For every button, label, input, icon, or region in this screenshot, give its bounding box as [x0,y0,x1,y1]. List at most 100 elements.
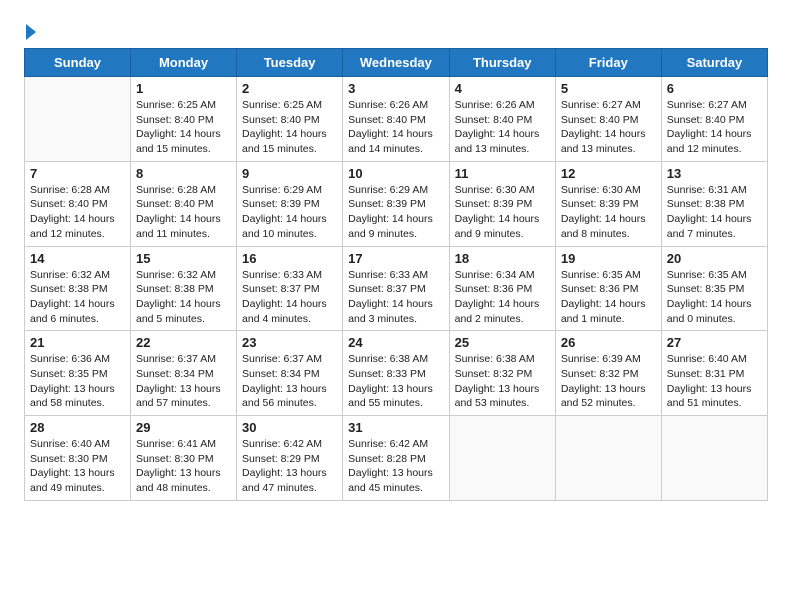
day-number: 8 [136,166,231,181]
day-number: 4 [455,81,550,96]
cell-content: Sunrise: 6:32 AMSunset: 8:38 PMDaylight:… [30,268,125,327]
cell-content: Sunrise: 6:28 AMSunset: 8:40 PMDaylight:… [30,183,125,242]
calendar-cell: 11 Sunrise: 6:30 AMSunset: 8:39 PMDayligh… [449,161,555,246]
day-number: 7 [30,166,125,181]
calendar-cell: 2 Sunrise: 6:25 AMSunset: 8:40 PMDaylight… [237,77,343,162]
calendar-cell: 20Sunrise: 6:35 AMSunset: 8:35 PMDayligh… [661,246,767,331]
cell-content: Sunrise: 6:31 AMSunset: 8:38 PMDaylight:… [667,183,762,242]
calendar-cell [25,77,131,162]
logo-arrow-icon [26,24,36,40]
calendar-cell: 24 Sunrise: 6:38 AMSunset: 8:33 PMDayligh… [343,331,449,416]
day-number: 17 [348,251,443,266]
cell-content: Sunrise: 6:30 AMSunset: 8:39 PMDaylight:… [455,183,550,242]
cell-content: Sunrise: 6:42 AMSunset: 8:29 PMDaylight:… [242,437,337,496]
day-number: 21 [30,335,125,350]
calendar-cell: 18Sunrise: 6:34 AMSunset: 8:36 PMDayligh… [449,246,555,331]
calendar-cell [555,416,661,501]
day-number: 5 [561,81,656,96]
day-of-week-header: Friday [555,49,661,77]
cell-content: Sunrise: 6:41 AMSunset: 8:30 PMDaylight:… [136,437,231,496]
day-number: 10 [348,166,443,181]
day-of-week-header: Thursday [449,49,555,77]
calendar-week-row: 28Sunrise: 6:40 AMSunset: 8:30 PMDayligh… [25,416,768,501]
day-number: 16 [242,251,337,266]
day-of-week-header: Wednesday [343,49,449,77]
calendar-cell: 23 Sunrise: 6:37 AMSunset: 8:34 PMDayligh… [237,331,343,416]
day-number: 14 [30,251,125,266]
calendar-cell: 1Sunrise: 6:25 AMSunset: 8:40 PMDaylight… [131,77,237,162]
cell-content: Sunrise: 6:26 AMSunset: 8:40 PMDaylight:… [348,98,443,157]
calendar-week-row: 7 Sunrise: 6:28 AMSunset: 8:40 PMDaylight… [25,161,768,246]
day-number: 31 [348,420,443,435]
calendar-cell: 4 Sunrise: 6:26 AMSunset: 8:40 PMDaylight… [449,77,555,162]
cell-content: Sunrise: 6:39 AMSunset: 8:32 PMDaylight:… [561,352,656,411]
cell-content: Sunrise: 6:40 AMSunset: 8:31 PMDaylight:… [667,352,762,411]
cell-content: Sunrise: 6:28 AMSunset: 8:40 PMDaylight:… [136,183,231,242]
day-number: 28 [30,420,125,435]
day-number: 12 [561,166,656,181]
cell-content: Sunrise: 6:35 AMSunset: 8:35 PMDaylight:… [667,268,762,327]
calendar-cell: 12 Sunrise: 6:30 AMSunset: 8:39 PMDayligh… [555,161,661,246]
cell-content: Sunrise: 6:42 AMSunset: 8:28 PMDaylight:… [348,437,443,496]
calendar-cell: 31 Sunrise: 6:42 AMSunset: 8:28 PMDayligh… [343,416,449,501]
calendar-cell: 19 Sunrise: 6:35 AMSunset: 8:36 PMDayligh… [555,246,661,331]
cell-content: Sunrise: 6:38 AMSunset: 8:33 PMDaylight:… [348,352,443,411]
calendar-cell: 7 Sunrise: 6:28 AMSunset: 8:40 PMDaylight… [25,161,131,246]
calendar-cell: 10Sunrise: 6:29 AMSunset: 8:39 PMDayligh… [343,161,449,246]
calendar-cell: 3 Sunrise: 6:26 AMSunset: 8:40 PMDaylight… [343,77,449,162]
calendar: SundayMondayTuesdayWednesdayThursdayFrid… [24,48,768,501]
calendar-cell: 26 Sunrise: 6:39 AMSunset: 8:32 PMDayligh… [555,331,661,416]
calendar-cell: 25 Sunrise: 6:38 AMSunset: 8:32 PMDayligh… [449,331,555,416]
calendar-header-row: SundayMondayTuesdayWednesdayThursdayFrid… [25,49,768,77]
calendar-cell: 15 Sunrise: 6:32 AMSunset: 8:38 PMDayligh… [131,246,237,331]
cell-content: Sunrise: 6:32 AMSunset: 8:38 PMDaylight:… [136,268,231,327]
day-number: 26 [561,335,656,350]
cell-content: Sunrise: 6:38 AMSunset: 8:32 PMDaylight:… [455,352,550,411]
calendar-cell: 9 Sunrise: 6:29 AMSunset: 8:39 PMDaylight… [237,161,343,246]
day-number: 30 [242,420,337,435]
calendar-cell [449,416,555,501]
calendar-cell: 17 Sunrise: 6:33 AMSunset: 8:37 PMDayligh… [343,246,449,331]
calendar-cell: 29 Sunrise: 6:41 AMSunset: 8:30 PMDayligh… [131,416,237,501]
calendar-cell: 8 Sunrise: 6:28 AMSunset: 8:40 PMDaylight… [131,161,237,246]
day-number: 23 [242,335,337,350]
cell-content: Sunrise: 6:25 AMSunset: 8:40 PMDaylight:… [136,98,231,157]
cell-content: Sunrise: 6:34 AMSunset: 8:36 PMDaylight:… [455,268,550,327]
calendar-week-row: 21Sunrise: 6:36 AMSunset: 8:35 PMDayligh… [25,331,768,416]
calendar-cell [661,416,767,501]
calendar-week-row: 1Sunrise: 6:25 AMSunset: 8:40 PMDaylight… [25,77,768,162]
calendar-cell: 22Sunrise: 6:37 AMSunset: 8:34 PMDayligh… [131,331,237,416]
day-number: 3 [348,81,443,96]
day-of-week-header: Sunday [25,49,131,77]
cell-content: Sunrise: 6:30 AMSunset: 8:39 PMDaylight:… [561,183,656,242]
calendar-cell: 6Sunrise: 6:27 AMSunset: 8:40 PMDaylight… [661,77,767,162]
cell-content: Sunrise: 6:37 AMSunset: 8:34 PMDaylight:… [242,352,337,411]
cell-content: Sunrise: 6:33 AMSunset: 8:37 PMDaylight:… [348,268,443,327]
cell-content: Sunrise: 6:26 AMSunset: 8:40 PMDaylight:… [455,98,550,157]
day-of-week-header: Saturday [661,49,767,77]
day-number: 9 [242,166,337,181]
day-number: 27 [667,335,762,350]
calendar-cell: 30 Sunrise: 6:42 AMSunset: 8:29 PMDayligh… [237,416,343,501]
day-number: 6 [667,81,762,96]
day-of-week-header: Monday [131,49,237,77]
day-number: 19 [561,251,656,266]
day-number: 29 [136,420,231,435]
calendar-cell: 13 Sunrise: 6:31 AMSunset: 8:38 PMDayligh… [661,161,767,246]
cell-content: Sunrise: 6:33 AMSunset: 8:37 PMDaylight:… [242,268,337,327]
day-number: 24 [348,335,443,350]
cell-content: Sunrise: 6:37 AMSunset: 8:34 PMDaylight:… [136,352,231,411]
calendar-cell: 14 Sunrise: 6:32 AMSunset: 8:38 PMDayligh… [25,246,131,331]
cell-content: Sunrise: 6:29 AMSunset: 8:39 PMDaylight:… [242,183,337,242]
day-number: 25 [455,335,550,350]
calendar-week-row: 14 Sunrise: 6:32 AMSunset: 8:38 PMDayligh… [25,246,768,331]
calendar-cell: 16 Sunrise: 6:33 AMSunset: 8:37 PMDayligh… [237,246,343,331]
day-number: 2 [242,81,337,96]
cell-content: Sunrise: 6:25 AMSunset: 8:40 PMDaylight:… [242,98,337,157]
day-number: 15 [136,251,231,266]
calendar-cell: 5Sunrise: 6:27 AMSunset: 8:40 PMDaylight… [555,77,661,162]
day-number: 13 [667,166,762,181]
calendar-cell: 21Sunrise: 6:36 AMSunset: 8:35 PMDayligh… [25,331,131,416]
day-number: 11 [455,166,550,181]
cell-content: Sunrise: 6:35 AMSunset: 8:36 PMDaylight:… [561,268,656,327]
